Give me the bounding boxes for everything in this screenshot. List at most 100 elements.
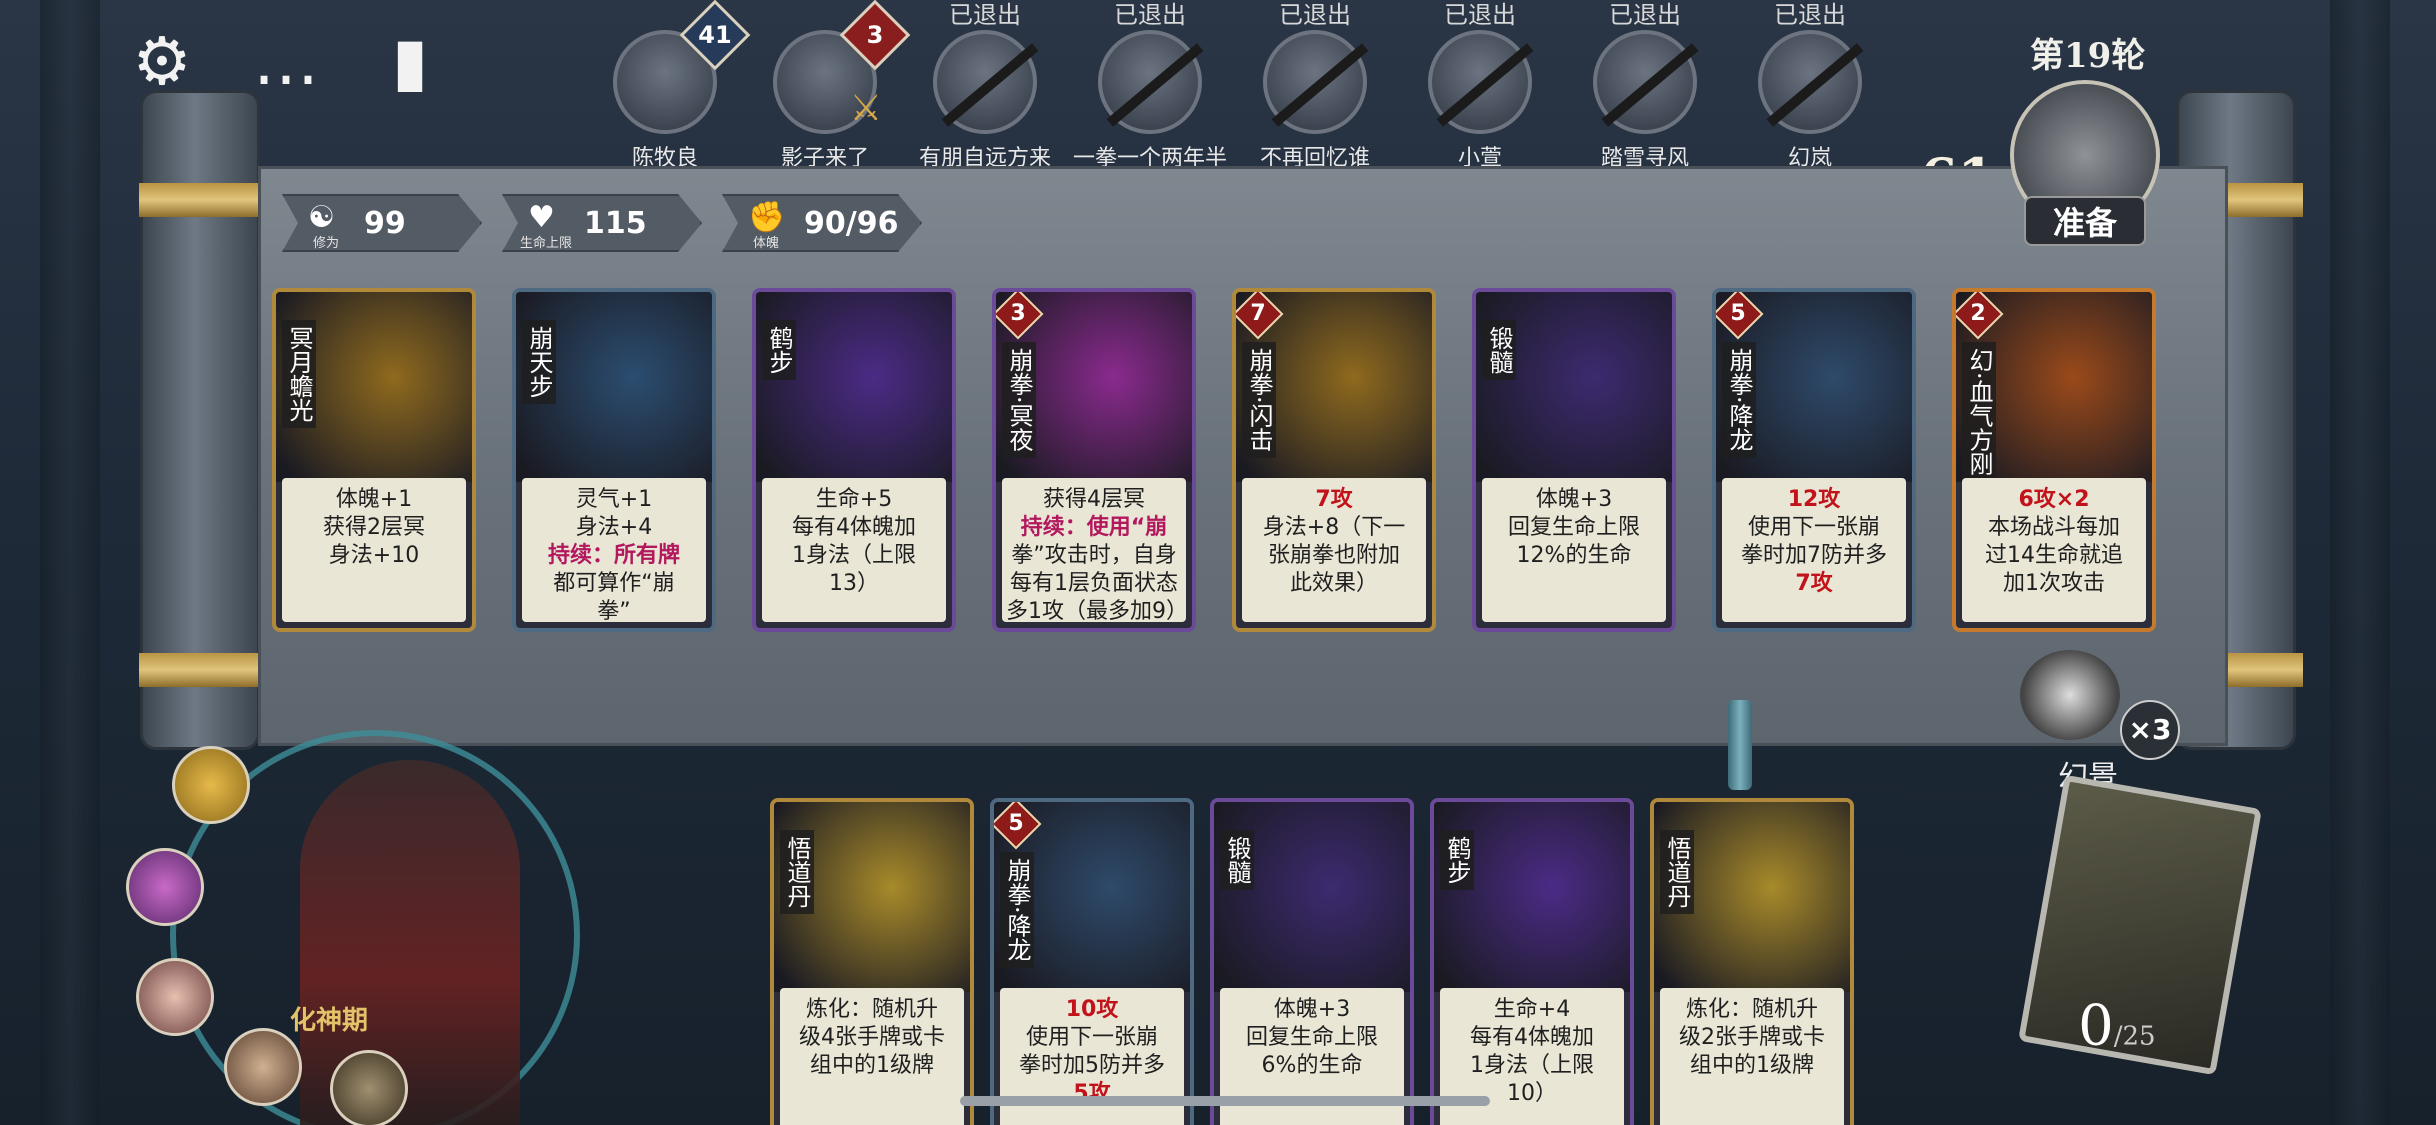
card-desc-line: 级4张手牌或卡 — [799, 1025, 945, 1050]
player-slot[interactable]: 已退出 小萱 — [1395, 0, 1565, 171]
card[interactable]: 悟道丹炼化：随机升 级4张手牌或卡 组中的1级牌 — [770, 798, 974, 1125]
card-description: 体魄+3 回复生命上限 12%的生命 — [1482, 478, 1666, 622]
card-desc-line: 炼化：随机升 — [805, 997, 938, 1022]
home-indicator — [960, 1096, 1490, 1106]
purple-orb-icon[interactable] — [126, 848, 204, 926]
card-desc-line: 拳”攻击时，自身 — [1011, 543, 1177, 568]
card[interactable]: 鹤步生命+5 每有4体魄加 1身法（上限 13） — [752, 288, 956, 632]
card-desc-line: 身法+10 — [328, 543, 420, 568]
card-desc-line: 每有1层负面状态 — [1010, 571, 1178, 596]
player-slot[interactable]: 已退出 不再回忆谁 — [1230, 0, 1400, 171]
card-description: 获得4层冥 持续：使用“崩 拳”攻击时，自身 每有1层负面状态 多1攻（最多加9） — [1002, 478, 1188, 624]
card-desc-line: 生命+5 — [815, 487, 893, 512]
card-desc-line: 使用下一张崩 — [1747, 515, 1880, 540]
heart-icon: ♥ — [528, 200, 555, 235]
companion-avatar[interactable] — [136, 958, 214, 1036]
card[interactable]: 5 崩拳·降龙 10攻 使用下一张崩 拳时加5防并多 5攻 — [990, 798, 1194, 1125]
card-desc-line: 6攻×2 — [2018, 487, 2090, 512]
character-portrait — [300, 760, 520, 1125]
card-desc-line: 10攻 — [1065, 997, 1119, 1022]
card-name: 鹤步 — [762, 320, 796, 380]
card-desc-line: 使用下一张崩 — [1025, 1025, 1158, 1050]
card-name: 崩天步 — [522, 320, 556, 404]
card-desc-line: 灵气+1 — [575, 487, 653, 512]
player-avatar[interactable] — [1263, 30, 1367, 134]
card-description: 灵气+1 身法+4 持续：所有牌 都可算作“崩 拳” — [522, 478, 706, 624]
crossed-swords-icon: ⚔ — [849, 88, 882, 129]
card-desc-line: 身法+8（下一 — [1262, 515, 1406, 540]
round-number: 第19轮 — [2030, 36, 2146, 76]
card-description: 生命+5 每有4体魄加 1身法（上限 13） — [762, 478, 946, 622]
scroll-roller-left — [139, 90, 267, 750]
card-name: 锻髓 — [1482, 320, 1516, 380]
card-desc-line: 13） — [829, 571, 879, 596]
player-slot[interactable]: 已退出 幻岚 — [1725, 0, 1895, 171]
card-desc-line: 此效果） — [1289, 571, 1378, 596]
card-name: 冥月蟾光 — [282, 320, 316, 428]
meditate-icon: ☯ — [308, 200, 335, 235]
card-desc-line: 本场战斗每加 — [1987, 515, 2120, 540]
player-list: 陈牧良 41 影子来了 3 ⚔ 已退出 有朋自远方来 已退出 一拳一个两年半 已退出 不再回忆谁 已退… — [560, 0, 1862, 171]
card-desc-line: 回复生命上限 — [1245, 1025, 1378, 1050]
card-desc-line: 7攻 — [1315, 487, 1353, 512]
chat-bubble-icon[interactable]: … — [244, 20, 328, 104]
card-desc-line: 1身法（上限 — [1470, 1053, 1594, 1078]
background-tree — [40, 0, 100, 1125]
card-desc-line: 获得2层冥 — [323, 515, 425, 540]
player-avatar[interactable] — [933, 30, 1037, 134]
card[interactable]: 崩天步 灵气+1 身法+4 持续：所有牌 都可算作“崩 拳” — [512, 288, 716, 632]
card[interactable]: 悟道丹 炼化：随机升 级2张手牌或卡 组中的1级牌 — [1650, 798, 1854, 1125]
card-desc-line: 拳时加5防并多 — [1019, 1053, 1165, 1078]
player-slot[interactable]: 影子来了 3 ⚔ — [740, 0, 911, 171]
illusion-mirror-icon[interactable] — [2020, 650, 2120, 740]
player-slot[interactable]: 已退出 有朋自远方来 — [900, 0, 1070, 171]
illusion-count: ×3 — [2120, 700, 2180, 760]
card-description: 体魄+1 获得2层冥 身法+10 — [282, 478, 466, 622]
card-description: 7攻 身法+8（下一 张崩拳也附加 此效果） — [1242, 478, 1426, 622]
deck-count: 0/25 — [2078, 993, 2156, 1059]
companion-avatar[interactable] — [224, 1028, 302, 1106]
card-description: 炼化：随机升 级4张手牌或卡 组中的1级牌 — [780, 988, 964, 1125]
card-collection-icon[interactable]: ▮ — [368, 20, 452, 104]
gold-orb-icon[interactable] — [172, 746, 250, 824]
card[interactable]: 3 崩拳·冥夜 获得4层冥 持续：使用“崩 拳”攻击时，自身 每有1层负面状态 多1攻（最多… — [992, 288, 1196, 632]
player-status: 已退出 — [1279, 1, 1351, 29]
card-desc-line: 每有4体魄加 — [792, 515, 916, 540]
player-avatar[interactable] — [1593, 30, 1697, 134]
card-desc-line: 生命+4 — [1493, 997, 1571, 1022]
player-avatar[interactable] — [1758, 30, 1862, 134]
player-slot[interactable]: 陈牧良 41 — [580, 0, 751, 171]
background-tree — [2330, 0, 2390, 1125]
player-avatar[interactable] — [1098, 30, 1202, 134]
card-desc-line: 12%的生命 — [1516, 543, 1632, 568]
card-name: 幻·血气方刚 — [1962, 342, 1996, 482]
stat-cultivation: ☯ 修为 99 — [282, 194, 482, 252]
card-name: 悟道丹 — [1660, 830, 1694, 914]
player-avatar[interactable] — [1428, 30, 1532, 134]
card-desc-line: 持续：使用“崩 — [1020, 515, 1168, 540]
card-desc-line: 持续：所有牌 — [547, 543, 680, 568]
card-desc-line: 炼化：随机升 — [1685, 997, 1818, 1022]
compass-icon[interactable] — [330, 1050, 408, 1125]
player-slot[interactable]: 已退出 踏雪寻风 — [1560, 0, 1730, 171]
card[interactable]: 鹤步 生命+4 每有4体魄加 1身法（上限 10） — [1430, 798, 1634, 1125]
card-name: 悟道丹 — [780, 830, 814, 914]
card-desc-line: 身法+4 — [575, 515, 653, 540]
player-status: 已退出 — [949, 1, 1021, 29]
ready-button[interactable]: 准备 — [2024, 196, 2146, 246]
player-slot[interactable]: 已退出 一拳一个两年半 — [1065, 0, 1235, 171]
stat-physique: ✊ 体魄 90/96 — [722, 194, 922, 252]
player-status: 已退出 — [1774, 1, 1846, 29]
card-desc-line: 体魄+3 — [1273, 997, 1351, 1022]
card[interactable]: 5 崩拳·降龙 12攻 使用下一张崩 拳时加7防并多 7攻 — [1712, 288, 1916, 632]
card-desc-line: 级2张手牌或卡 — [1679, 1025, 1825, 1050]
card[interactable]: 锻髓体魄+3 回复生命上限 12%的生命 — [1472, 288, 1676, 632]
card-desc-line: 1身法（上限 — [792, 543, 916, 568]
card-name: 崩拳·冥夜 — [1002, 342, 1036, 458]
muscle-icon: ✊ — [748, 200, 786, 235]
card[interactable]: 冥月蟾光 体魄+1 获得2层冥 身法+10 — [272, 288, 476, 632]
card[interactable]: 2 幻·血气方刚 6攻×2 本场战斗每加 过14生命就追 加1次攻击 — [1952, 288, 2156, 632]
card[interactable]: 锻髓 体魄+3 回复生命上限 6%的生命 — [1210, 798, 1414, 1125]
card-desc-line: 组中的1级牌 — [810, 1053, 934, 1078]
card[interactable]: 7 崩拳·闪击 7攻 身法+8（下一 张崩拳也附加 此效果） — [1232, 288, 1436, 632]
